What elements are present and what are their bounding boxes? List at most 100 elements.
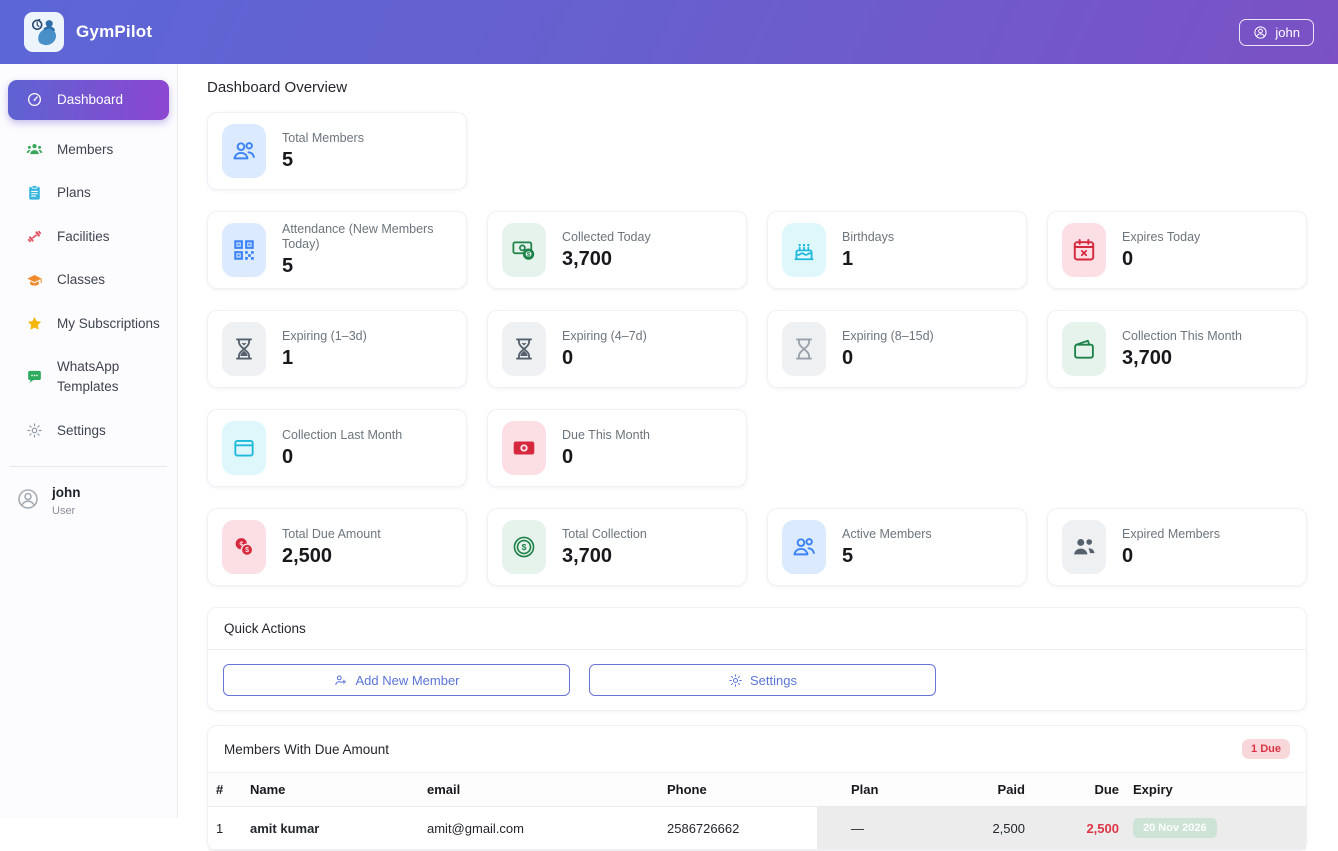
hourglass-icon: [511, 336, 537, 362]
stat-card-icon-tile: [782, 520, 826, 574]
stat-card-value: 0: [1122, 545, 1220, 568]
sidebar-user-block[interactable]: john User: [0, 479, 177, 523]
app-logo: [24, 12, 64, 52]
stat-card-value: 5: [842, 545, 932, 568]
stat-card-label: Expiring (8–15d): [842, 329, 934, 344]
sidebar-item-settings[interactable]: Settings: [8, 411, 169, 451]
column-header-paid: Paid: [957, 773, 1037, 807]
cell-plan: —: [817, 807, 957, 850]
cell-name: amit kumar: [242, 807, 419, 850]
stat-card-label: Active Members: [842, 527, 932, 542]
hourglass-icon: [231, 336, 257, 362]
sidebar-item-label: WhatsApp Templates: [57, 357, 163, 396]
stat-card-label: Expires Today: [1122, 230, 1200, 245]
stat-card-value: 5: [282, 255, 452, 278]
sidebar-item-whatsapp-templates[interactable]: WhatsApp Templates: [8, 347, 169, 406]
stat-card-label: Birthdays: [842, 230, 894, 245]
stat-card-label: Expired Members: [1122, 527, 1220, 542]
sidebar-user-name: john: [52, 485, 81, 500]
users-icon: [231, 138, 257, 164]
sidebar-item-label: Classes: [57, 270, 163, 290]
due-members-panel: Members With Due Amount 1 Due #Nameemail…: [207, 725, 1307, 851]
stat-card-expiring-1-3d: Expiring (1–3d)1: [207, 310, 467, 388]
stat-card-value: 0: [562, 446, 650, 469]
user-menu-label: john: [1275, 25, 1300, 40]
stat-card-icon-tile: $: [502, 520, 546, 574]
stat-card-collection-this-month: Collection This Month3,700: [1047, 310, 1307, 388]
brand-title: GymPilot: [76, 22, 152, 42]
stat-card-row: Attendance (New Members Today)5$Collecte…: [207, 211, 1318, 289]
add-new-member-button[interactable]: Add New Member: [223, 664, 570, 696]
stat-card-expiring-8-15d: Expiring (8–15d) 0: [767, 310, 1027, 388]
sidebar-item-plans[interactable]: Plans: [8, 173, 169, 213]
stat-card-value: 1: [842, 248, 894, 271]
user-menu-button[interactable]: john: [1239, 19, 1314, 46]
stat-card-icon-tile: [502, 421, 546, 475]
cash-icon: $: [511, 237, 537, 263]
stat-card-label: Expiring (4–7d): [562, 329, 647, 344]
svg-text:$: $: [245, 547, 249, 554]
sidebar-item-dashboard[interactable]: Dashboard: [8, 80, 169, 120]
stat-card-icon-tile: [1062, 520, 1106, 574]
facilities-icon: [26, 228, 43, 245]
quick-actions-title: Quick Actions: [224, 621, 306, 636]
stat-card-birthdays: Birthdays 1: [767, 211, 1027, 289]
main-content: Dashboard Overview Total Members5Attenda…: [179, 0, 1338, 851]
stat-card-icon-tile: $: [502, 223, 546, 277]
sidebar-item-members[interactable]: Members: [8, 130, 169, 170]
subscriptions-icon: [26, 315, 43, 332]
classes-icon: [26, 272, 43, 289]
settings-button[interactable]: Settings: [589, 664, 936, 696]
stat-card-attendance-new-members-today: Attendance (New Members Today)5: [207, 211, 467, 289]
stat-grid: Total Members5 Attendance (New Members To…: [207, 112, 1318, 586]
stat-card-row: Collection Last Month0 Due This Month0: [207, 409, 1318, 487]
table-row: 1amit kumaramit@gmail.com2586726662—2,50…: [208, 807, 1306, 850]
stat-card-total-collection: $Total Collection3,700: [487, 508, 747, 586]
sidebar-item-label: Dashboard: [57, 90, 163, 110]
coins-icon: ¢$: [231, 534, 257, 560]
cell-paid: 2,500: [957, 807, 1037, 850]
cell-num: 1: [208, 807, 242, 850]
stat-card-expires-today: Expires Today0: [1047, 211, 1307, 289]
stat-card-row: Expiring (1–3d)1Expiring (4–7d)0Expiring…: [207, 310, 1318, 388]
stat-card-row: Total Members5: [207, 112, 1318, 190]
stat-card-collection-last-month: Collection Last Month0: [207, 409, 467, 487]
person-plus-icon: [333, 673, 348, 688]
due-members-table: #NameemailPhonePlanPaidDueExpiry 1amit k…: [208, 773, 1306, 850]
stat-card-label: Total Due Amount: [282, 527, 381, 542]
sidebar-item-my-subscriptions[interactable]: My Subscriptions: [8, 304, 169, 344]
stat-card-icon-tile: [1062, 223, 1106, 277]
whatsapp-icon: [26, 368, 43, 385]
stat-card-value: 3,700: [562, 545, 647, 568]
stat-card-value: 3,700: [1122, 347, 1242, 370]
button-label: Add New Member: [355, 673, 459, 688]
column-header-phone: Phone: [659, 773, 817, 807]
button-label: Settings: [750, 673, 797, 688]
sidebar-item-classes[interactable]: Classes: [8, 260, 169, 300]
sidebar: Dashboard MembersPlans Facilities Classes My…: [0, 64, 178, 818]
dashboard-icon: [26, 91, 43, 108]
plans-icon: [26, 184, 43, 201]
due-members-table-body: 1amit kumaramit@gmail.com2586726662—2,50…: [208, 807, 1306, 850]
stat-card-icon-tile: [782, 223, 826, 277]
stat-card-due-this-month: Due This Month0: [487, 409, 747, 487]
stat-card-expired-members: Expired Members 0: [1047, 508, 1307, 586]
sidebar-user-role: User: [52, 505, 81, 517]
stat-card-value: 5: [282, 149, 364, 172]
stat-card-active-members: Active Members 5: [767, 508, 1027, 586]
stat-card-total-members: Total Members5: [207, 112, 467, 190]
stat-card-row: ¢$ Total Due Amount 2,500 $Total Collection…: [207, 508, 1318, 586]
column-header-name: Name: [242, 773, 419, 807]
sidebar-item-label: Facilities: [57, 227, 163, 247]
stat-card-icon-tile: [222, 124, 266, 178]
sidebar-item-facilities[interactable]: Facilities: [8, 217, 169, 257]
person-circle-icon: [1253, 25, 1268, 40]
stat-card-icon-tile: ¢$: [222, 520, 266, 574]
stat-card-value: 0: [842, 347, 934, 370]
stat-card-value: 2,500: [282, 545, 381, 568]
users-filled-icon: [1071, 534, 1097, 560]
cell-expiry: 20 Nov 2026: [1125, 807, 1306, 850]
gympilot-logo-icon: [28, 16, 60, 48]
app-header: GymPilot john: [0, 0, 1338, 64]
stat-card-value: 1: [282, 347, 367, 370]
